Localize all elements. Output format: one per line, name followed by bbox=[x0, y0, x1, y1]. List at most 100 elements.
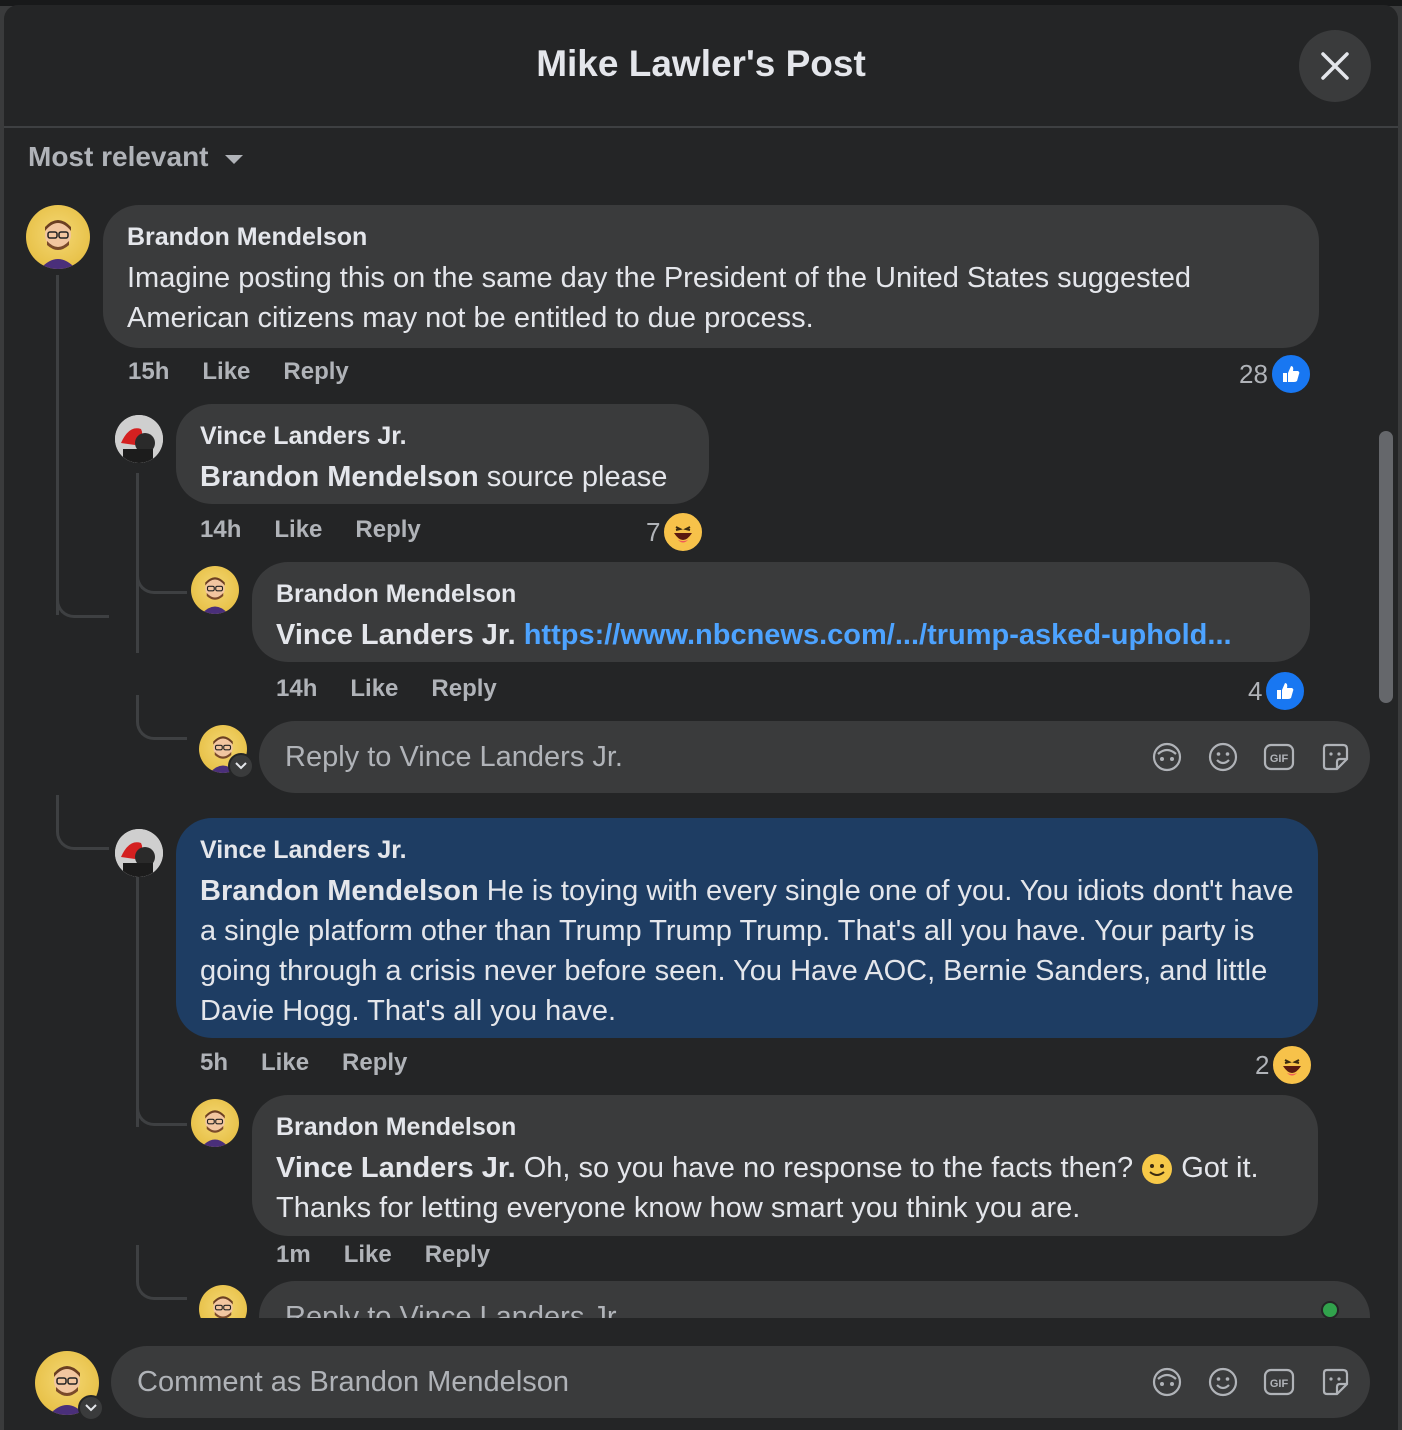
like-button[interactable]: Like bbox=[261, 1049, 309, 1077]
comment-placeholder: Comment as Brandon Mendelson bbox=[137, 1365, 570, 1398]
status-dot bbox=[1321, 1301, 1339, 1318]
comment-text: Oh, so you have no response to the facts… bbox=[515, 1152, 1142, 1184]
avatar[interactable] bbox=[191, 566, 239, 614]
avatar-illustration bbox=[40, 220, 76, 269]
thread-elbow bbox=[136, 1085, 187, 1126]
avatar[interactable] bbox=[191, 1099, 239, 1147]
gif-icon[interactable]: GIF bbox=[1262, 1365, 1296, 1399]
like-button[interactable]: Like bbox=[350, 675, 398, 703]
comment-bubble: Brandon Mendelson Imagine posting this o… bbox=[103, 205, 1319, 348]
comment-time[interactable]: 15h bbox=[128, 358, 169, 386]
thread-elbow bbox=[136, 555, 187, 594]
avatar-illustration bbox=[201, 577, 229, 614]
avatar-sticker-icon[interactable] bbox=[1150, 1365, 1184, 1399]
gif-label: GIF bbox=[1270, 753, 1289, 765]
avatar[interactable] bbox=[26, 205, 90, 269]
comment-thread: Brandon Mendelson Imagine posting this o… bbox=[4, 195, 1398, 1318]
reply-input[interactable]: Reply to Vince Landers Jr. bbox=[259, 1281, 1370, 1318]
comment-bubble: Vince Landers Jr. Brandon Mendelson He i… bbox=[176, 818, 1318, 1038]
close-button[interactable] bbox=[1299, 30, 1371, 102]
sticker-icon[interactable] bbox=[1318, 1365, 1352, 1399]
reply-button[interactable]: Reply bbox=[431, 675, 496, 703]
emoji-icon[interactable] bbox=[1206, 740, 1240, 774]
comment-time[interactable]: 1m bbox=[276, 1241, 311, 1269]
thread-elbow bbox=[56, 795, 109, 850]
comment-time[interactable]: 14h bbox=[200, 516, 241, 544]
reaction-count[interactable]: 28 bbox=[1239, 353, 1312, 395]
comment-author[interactable]: Brandon Mendelson bbox=[276, 580, 1286, 609]
comment-text: Imagine posting this on the same day the… bbox=[127, 262, 1191, 334]
comment-author[interactable]: Vince Landers Jr. bbox=[200, 836, 1294, 865]
emoji-icon[interactable] bbox=[1206, 1365, 1240, 1399]
avatar-illustration bbox=[201, 1110, 229, 1147]
reaction-number: 2 bbox=[1255, 1049, 1270, 1080]
thread-line bbox=[56, 275, 59, 615]
comment-author[interactable]: Brandon Mendelson bbox=[276, 1113, 1294, 1142]
haha-icon bbox=[662, 511, 705, 553]
comment-time[interactable]: 5h bbox=[200, 1049, 228, 1077]
avatar-illustration bbox=[115, 415, 163, 463]
reply-button[interactable]: Reply bbox=[425, 1241, 490, 1269]
dialog-title: Mike Lawler's Post bbox=[536, 43, 866, 84]
article-link[interactable]: https://www.nbcnews.com/.../trump-asked-… bbox=[524, 619, 1232, 651]
mention-link[interactable]: Vince Landers Jr. bbox=[276, 1152, 516, 1184]
thread-elbow bbox=[136, 695, 187, 740]
reaction-count[interactable]: 4 bbox=[1248, 670, 1307, 712]
sticker-icon[interactable] bbox=[1318, 740, 1352, 774]
reaction-number: 7 bbox=[646, 516, 661, 547]
avatar-illustration bbox=[115, 829, 163, 877]
avatar-illustration bbox=[213, 1296, 233, 1318]
avatar-sticker-icon[interactable] bbox=[1150, 740, 1184, 774]
like-button[interactable]: Like bbox=[344, 1241, 392, 1269]
reply-button[interactable]: Reply bbox=[355, 516, 420, 544]
thumbs-up-icon bbox=[1264, 670, 1307, 712]
comment-actions: 5h Like Reply bbox=[200, 1049, 407, 1077]
thumbs-up-icon bbox=[1269, 353, 1312, 395]
comment-actions: 14h Like Reply bbox=[276, 675, 497, 703]
dialog-header: Mike Lawler's Post bbox=[4, 5, 1398, 128]
sort-dropdown[interactable]: Most relevant bbox=[28, 141, 243, 173]
comment-actions: 1m Like Reply bbox=[276, 1241, 490, 1269]
close-icon bbox=[1321, 52, 1349, 80]
comment-actions: 14h Like Reply bbox=[200, 516, 421, 544]
sort-label: Most relevant bbox=[28, 141, 209, 172]
composer-tools: GIF bbox=[1150, 740, 1352, 774]
reaction-count[interactable]: 2 bbox=[1255, 1044, 1314, 1086]
slightly-smiling-emoji-icon bbox=[1141, 1153, 1173, 1185]
mention-link[interactable]: Brandon Mendelson bbox=[200, 875, 479, 907]
thread-elbow bbox=[56, 575, 109, 618]
reply-button[interactable]: Reply bbox=[342, 1049, 407, 1077]
comment-author[interactable]: Vince Landers Jr. bbox=[200, 422, 685, 451]
thread-elbow bbox=[136, 1245, 187, 1300]
comment-composer: Comment as Brandon Mendelson GIF bbox=[4, 1318, 1398, 1430]
chevron-down-icon bbox=[224, 154, 243, 164]
profile-switch-chevron-icon[interactable] bbox=[228, 753, 254, 779]
reaction-number: 28 bbox=[1239, 358, 1268, 389]
reply-placeholder: Reply to Vince Landers Jr. bbox=[285, 740, 623, 773]
like-button[interactable]: Like bbox=[274, 516, 322, 544]
mention-link[interactable]: Brandon Mendelson bbox=[200, 461, 479, 493]
reply-placeholder: Reply to Vince Landers Jr. bbox=[285, 1300, 623, 1319]
like-button[interactable]: Like bbox=[202, 358, 250, 386]
reaction-number: 4 bbox=[1248, 675, 1263, 706]
comment-text: source please bbox=[478, 461, 668, 493]
reply-button[interactable]: Reply bbox=[283, 358, 348, 386]
avatar bbox=[199, 1285, 247, 1318]
gif-icon[interactable]: GIF bbox=[1262, 740, 1296, 774]
comment-bubble: Brandon Mendelson Vince Landers Jr. Oh, … bbox=[252, 1095, 1318, 1236]
comment-actions: 15h Like Reply bbox=[128, 358, 349, 386]
profile-switch-chevron-icon[interactable] bbox=[78, 1395, 104, 1421]
composer-tools: GIF bbox=[1150, 1365, 1352, 1399]
gif-label: GIF bbox=[1270, 1378, 1289, 1390]
reaction-count[interactable]: 7 bbox=[646, 511, 705, 553]
post-dialog: Mike Lawler's Post Most relevant Brandon… bbox=[4, 5, 1398, 1430]
avatar[interactable] bbox=[115, 829, 163, 877]
scrollbar[interactable] bbox=[1379, 431, 1393, 703]
comment-bubble: Brandon Mendelson Vince Landers Jr. http… bbox=[252, 562, 1310, 662]
comment-author[interactable]: Brandon Mendelson bbox=[127, 223, 1295, 252]
comment-bubble: Vince Landers Jr. Brandon Mendelson sour… bbox=[176, 404, 709, 504]
comment-time[interactable]: 14h bbox=[276, 675, 317, 703]
haha-icon bbox=[1271, 1044, 1314, 1086]
mention-link[interactable]: Vince Landers Jr. bbox=[276, 619, 516, 651]
avatar[interactable] bbox=[115, 415, 163, 463]
